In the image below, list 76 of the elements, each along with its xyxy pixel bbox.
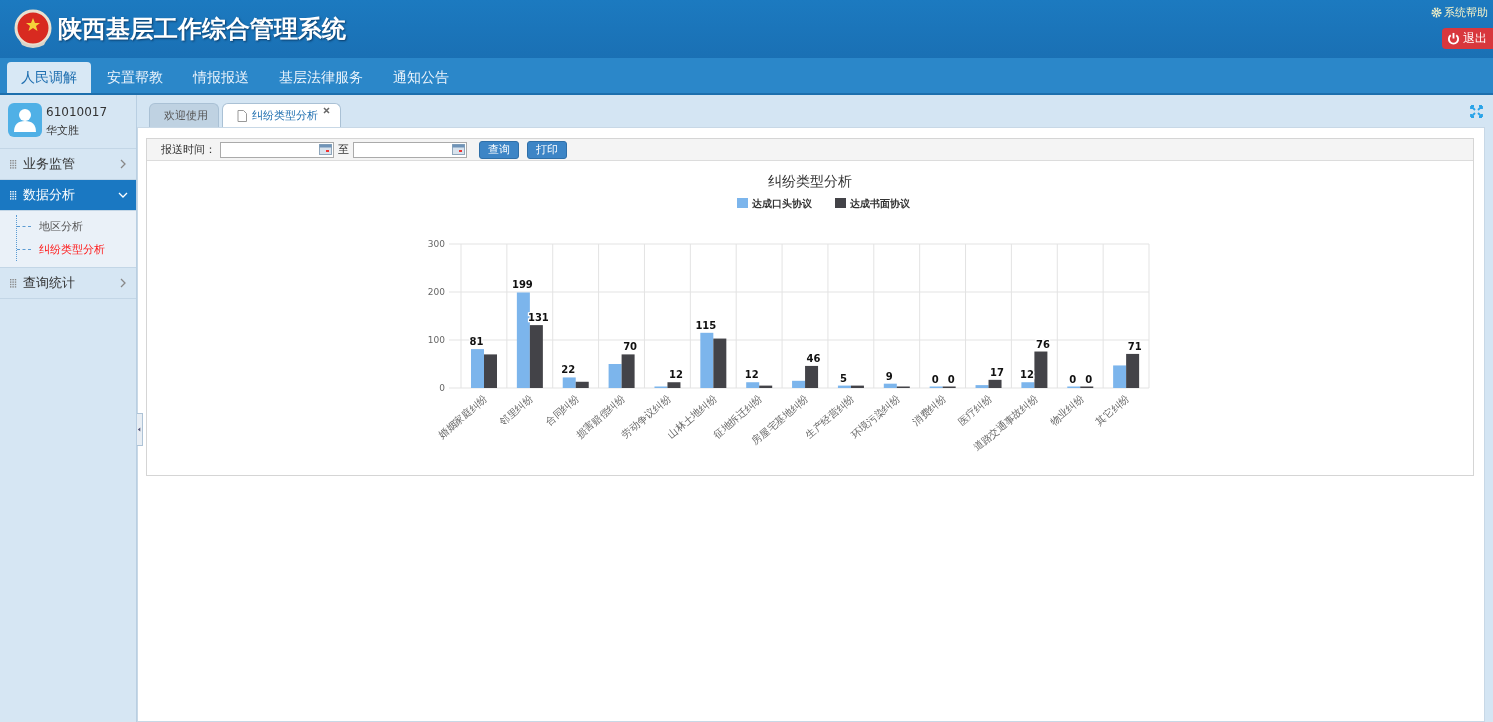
action-button[interactable]: 打印 — [527, 140, 567, 159]
app-title: 陕西基层工作综合管理系统 — [58, 14, 346, 45]
action-button[interactable]: 查询 — [479, 140, 519, 159]
bar — [700, 332, 714, 388]
grip-icon — [10, 190, 17, 200]
category-label: 合同纠纷 — [543, 393, 581, 428]
value-label: 0 — [1085, 373, 1093, 385]
value-label: 12 — [669, 369, 683, 381]
menu-item[interactable]: 查询统计 — [0, 268, 136, 299]
value-label: 22 — [561, 364, 576, 376]
bar — [608, 364, 622, 388]
chevron-right-icon — [118, 278, 128, 288]
chevron-down-icon — [118, 190, 128, 200]
value-label: 81 — [469, 336, 484, 348]
gear-icon — [1431, 7, 1442, 18]
bar — [471, 349, 484, 388]
page-tab[interactable]: 欢迎使用 — [149, 103, 219, 127]
value-label: 46 — [806, 352, 821, 364]
value-label: 0 — [947, 373, 955, 385]
y-tick-label: 200 — [427, 287, 445, 297]
category-label: 物业纠纷 — [1047, 393, 1086, 428]
category-label: 邻里纠纷 — [497, 393, 536, 428]
value-label: 115 — [695, 319, 717, 331]
value-label: 76 — [1035, 338, 1050, 350]
fullscreen-icon[interactable] — [1470, 105, 1483, 118]
value-label: 71 — [1127, 340, 1142, 352]
submenu-item[interactable]: 纠纷类型分析 — [17, 238, 136, 261]
category-label: 其它纠纷 — [1093, 393, 1132, 428]
y-tick-label: 0 — [439, 383, 445, 393]
collapse-handle[interactable] — [137, 413, 143, 446]
avatar — [8, 103, 42, 137]
date-field[interactable] — [220, 141, 334, 158]
grip-icon — [10, 159, 17, 169]
document-icon — [237, 109, 247, 122]
value-label: 17 — [990, 366, 1004, 378]
nav-tab[interactable]: 通知公告 — [379, 62, 463, 93]
value-label: 0 — [931, 373, 939, 385]
value-label: 0 — [1069, 373, 1077, 385]
submenu-item[interactable]: 地区分析 — [17, 215, 136, 238]
user-id: 61010017 — [46, 105, 108, 119]
nav-tab[interactable]: 基层法律服务 — [265, 62, 377, 93]
bar — [713, 338, 727, 388]
value-label: 199 — [511, 279, 533, 291]
category-label: 消费纠纷 — [910, 393, 948, 428]
close-icon[interactable] — [323, 107, 330, 114]
date-field[interactable] — [353, 141, 467, 158]
value-label: 131 — [527, 312, 549, 324]
calendar-icon[interactable] — [452, 144, 465, 155]
nav-tab[interactable]: 人民调解 — [7, 62, 91, 93]
value-label: 9 — [885, 370, 893, 382]
legend-label[interactable]: 达成口头协议 — [752, 198, 812, 209]
chart-title: 纠纷类型分析 — [768, 173, 852, 189]
power-icon — [1447, 32, 1460, 45]
nav-tab[interactable]: 安置帮教 — [93, 62, 177, 93]
legend-label[interactable]: 达成书面协议 — [850, 198, 910, 209]
value-label: 12 — [1019, 369, 1034, 381]
help-link[interactable]: 系统帮助 — [1431, 5, 1488, 20]
y-tick-label: 300 — [427, 239, 445, 249]
category-label: 婚姻家庭纠纷 — [436, 393, 490, 441]
bar — [484, 354, 497, 388]
emblem-logo — [14, 9, 52, 49]
filter-label: 报送时间： — [161, 142, 216, 157]
value-label: 5 — [839, 372, 847, 384]
nav-tab[interactable]: 情报报送 — [179, 62, 263, 93]
menu-item[interactable]: 数据分析 — [0, 180, 136, 211]
page-tab[interactable]: 纠纷类型分析 — [222, 103, 341, 127]
grip-icon — [10, 278, 17, 288]
chevron-right-icon — [118, 159, 128, 169]
user-name: 华文胜 — [46, 123, 80, 138]
value-label: 12 — [744, 369, 759, 381]
category-label: 医疗纠纷 — [956, 393, 994, 428]
y-tick-label: 100 — [427, 335, 445, 345]
logout-button[interactable]: 退出 — [1442, 28, 1493, 49]
calendar-icon[interactable] — [319, 144, 332, 155]
range-separator: 至 — [338, 142, 349, 157]
value-label: 70 — [623, 341, 638, 353]
